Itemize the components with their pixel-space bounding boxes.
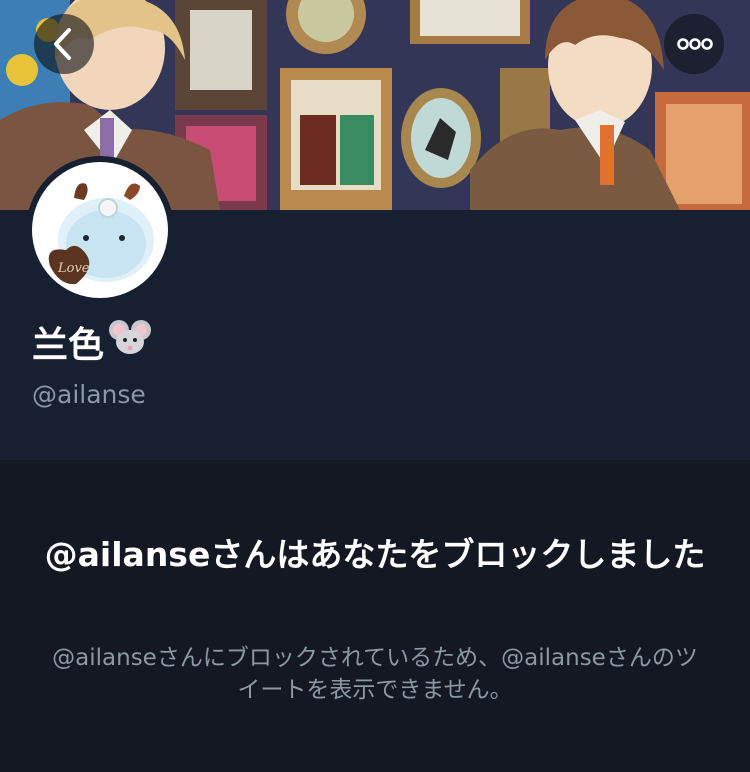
mouse-face-icon [108, 318, 152, 371]
avatar[interactable]: Love [26, 156, 174, 304]
display-name: 兰色 [32, 325, 105, 366]
avatar-badge-text: Love [57, 261, 90, 276]
blocked-title: @ailanseさんはあなたをブロックしました [44, 535, 706, 574]
more-horizontal-icon [677, 38, 713, 50]
blocked-message: @ailanseさんにブロックされているため、@ailanseさんのツイートを表… [52, 645, 698, 703]
blocked-notice: @ailanseさんはあなたをブロックしました @ailanseさんにブロックさ… [0, 460, 750, 772]
avatar-image: Love [26, 156, 174, 304]
back-button[interactable] [34, 14, 94, 74]
profile-page: Love 兰色 @ailanse @ailanseさんはあなたをブロックしました… [0, 0, 750, 772]
chevron-left-icon [54, 28, 71, 60]
display-name-row: 兰色 [32, 319, 152, 370]
more-options-button[interactable] [664, 14, 724, 74]
profile-handle: @ailanse [32, 380, 146, 409]
